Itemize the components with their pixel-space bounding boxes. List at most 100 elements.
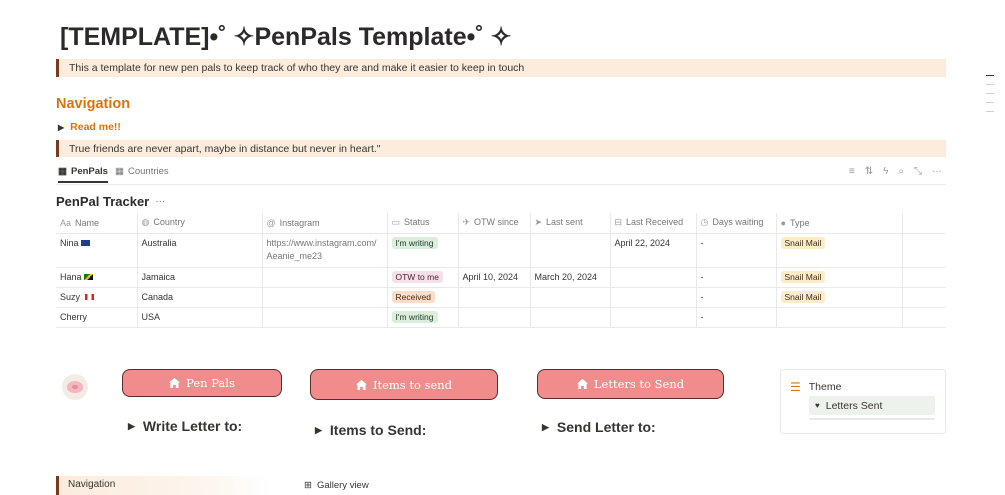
expand-icon[interactable]: ⤡ xyxy=(914,166,922,177)
tracker-title-text: PenPal Tracker xyxy=(56,194,150,209)
name-cell[interactable]: Cherry xyxy=(56,307,138,328)
last-sent-cell[interactable]: March 20, 2024 xyxy=(530,267,611,288)
table-row[interactable]: Cherry USA I'm writing - xyxy=(56,307,946,328)
column-label: Status xyxy=(404,217,430,228)
instagram-cell[interactable] xyxy=(262,267,388,288)
instagram-cell[interactable]: https://www.instagram.com/Aeanie_me23 xyxy=(262,233,388,268)
last-sent-cell[interactable] xyxy=(530,287,611,308)
canada-flag-icon xyxy=(84,294,94,301)
tab-countries-label: Countries xyxy=(127,166,169,177)
speech-bubble-icon: ● xyxy=(780,217,786,228)
tab-countries[interactable]: ▦ Countries xyxy=(115,166,169,177)
status-badge: OTW to me xyxy=(391,270,443,283)
table-header-row: Aa Name ◍ Country @ Instagram ▭ Status ✈ OTW … xyxy=(56,213,946,234)
country-cell[interactable]: Jamaica xyxy=(137,267,263,288)
otw-since-cell[interactable] xyxy=(458,307,531,328)
write-letter-toggle[interactable]: ▶ Write Letter to: xyxy=(128,418,242,434)
type-cell[interactable] xyxy=(776,307,903,328)
status-cell[interactable]: OTW to me xyxy=(387,267,459,288)
menu-icon: ☰ xyxy=(790,380,801,394)
instagram-cell[interactable] xyxy=(262,307,388,328)
automation-icon[interactable]: ϟ xyxy=(883,166,888,177)
type-cell[interactable]: Snail Mail xyxy=(776,233,903,268)
name-text: Cherry xyxy=(60,311,88,322)
table-icon: ▦ xyxy=(115,166,124,177)
country-cell[interactable]: Australia xyxy=(137,233,263,268)
empty-cell xyxy=(902,307,946,328)
database-toolbar: ≡ ⇅ ϟ ⌕ ⤡ ··· xyxy=(849,166,942,177)
table-row[interactable]: Nina Australia https://www.instagram.com… xyxy=(56,233,946,268)
last-received-cell[interactable]: April 22, 2024 xyxy=(610,233,697,268)
empty-cell xyxy=(902,267,946,288)
name-cell[interactable]: Hana xyxy=(56,267,138,288)
status-cell[interactable]: Received xyxy=(387,287,459,308)
last-sent-cell[interactable] xyxy=(530,233,611,268)
column-header-last-sent[interactable]: ➤ Last sent xyxy=(530,213,611,234)
status-badge: I'm writing xyxy=(391,310,438,323)
status-cell[interactable]: I'm writing xyxy=(387,307,459,328)
items-to-send-button[interactable]: Items to send xyxy=(310,369,498,400)
table-row[interactable]: Hana Jamaica OTW to me April 10, 2024 Ma… xyxy=(56,267,946,288)
type-badge: Snail Mail xyxy=(780,290,826,303)
column-header-name[interactable]: Aa Name xyxy=(56,213,138,234)
type-cell[interactable]: Snail Mail xyxy=(776,287,903,308)
database-view-tabs: ▦ PenPals ▦ Countries ≡ ⇅ ϟ ⌕ ⤡ ··· xyxy=(56,163,946,185)
toggle-arrow-icon[interactable]: ▶ xyxy=(58,123,64,132)
column-label: Days waiting xyxy=(712,217,764,228)
send-letter-toggle[interactable]: ▶ Send Letter to: xyxy=(542,419,656,435)
status-cell[interactable]: I'm writing xyxy=(387,233,459,268)
tab-penpals[interactable]: ▦ PenPals xyxy=(58,166,108,183)
divider xyxy=(809,418,935,420)
letters-sent-link[interactable]: ♥ Letters Sent xyxy=(809,396,935,415)
last-received-cell[interactable] xyxy=(610,267,697,288)
intro-callout: This a template for new pen pals to keep… xyxy=(56,59,946,77)
items-to-send-toggle[interactable]: ▶ Items to Send: xyxy=(315,422,426,438)
search-icon[interactable]: ⌕ xyxy=(898,166,904,177)
grid-icon: ⊞ xyxy=(304,480,312,491)
more-icon[interactable]: ··· xyxy=(932,166,942,177)
globe-icon: ◍ xyxy=(141,217,150,228)
quote-callout: True friends are never apart, maybe in d… xyxy=(56,140,946,157)
sort-icon[interactable]: ⇅ xyxy=(865,166,873,177)
name-cell[interactable]: Nina xyxy=(56,233,138,268)
otw-since-cell[interactable] xyxy=(458,233,531,268)
column-header-instagram[interactable]: @ Instagram xyxy=(262,213,388,234)
letters-sent-label: Letters Sent xyxy=(825,399,883,412)
name-text: Nina xyxy=(60,237,79,248)
last-received-cell[interactable] xyxy=(610,307,697,328)
type-cell[interactable]: Snail Mail xyxy=(776,267,903,288)
name-cell[interactable]: Suzy xyxy=(56,287,138,308)
table-row[interactable]: Suzy Canada Received - Snail Mail xyxy=(56,287,946,308)
toggle-arrow-icon[interactable]: ▶ xyxy=(128,421,135,432)
filter-icon[interactable]: ≡ xyxy=(849,166,855,177)
outline-rail[interactable] xyxy=(986,75,996,120)
column-header-otw-since[interactable]: ✈ OTW since xyxy=(458,213,531,234)
name-text: Hana xyxy=(60,271,82,282)
otw-since-cell[interactable] xyxy=(458,287,531,308)
column-header-last-received[interactable]: ⊟ Last Received xyxy=(610,213,697,234)
column-header-country[interactable]: ◍ Country xyxy=(137,213,263,234)
column-header-status[interactable]: ▭ Status xyxy=(387,213,459,234)
pen-pals-button[interactable]: Pen Pals xyxy=(122,369,282,397)
toggle-arrow-icon[interactable]: ▶ xyxy=(542,422,549,433)
toggle-arrow-icon[interactable]: ▶ xyxy=(315,425,322,436)
instagram-cell[interactable] xyxy=(262,287,388,308)
last-received-cell[interactable] xyxy=(610,287,697,308)
tracker-more-button[interactable]: ··· xyxy=(155,196,165,207)
column-header-days-waiting[interactable]: ◷ Days waiting xyxy=(696,213,777,234)
column-header-empty xyxy=(902,213,946,234)
readme-toggle[interactable]: ▶ Read me!! xyxy=(58,121,121,133)
letters-to-send-button[interactable]: Letters to Send xyxy=(537,369,724,399)
pen-pals-button-label: Pen Pals xyxy=(186,376,235,390)
inbox-icon: ⊟ xyxy=(614,217,623,228)
column-label: Last Received xyxy=(626,217,684,228)
country-cell[interactable]: USA xyxy=(137,307,263,328)
last-sent-cell[interactable] xyxy=(530,307,611,328)
penpal-table: Aa Name ◍ Country @ Instagram ▭ Status ✈ OTW … xyxy=(56,213,946,328)
column-header-type[interactable]: ● Type xyxy=(776,213,903,234)
items-to-send-button-label: Items to send xyxy=(372,377,453,392)
column-label: Type xyxy=(789,217,810,228)
otw-since-cell[interactable]: April 10, 2024 xyxy=(458,267,531,288)
gallery-view-tab[interactable]: ⊞ Gallery view xyxy=(304,480,369,491)
country-cell[interactable]: Canada xyxy=(137,287,263,308)
